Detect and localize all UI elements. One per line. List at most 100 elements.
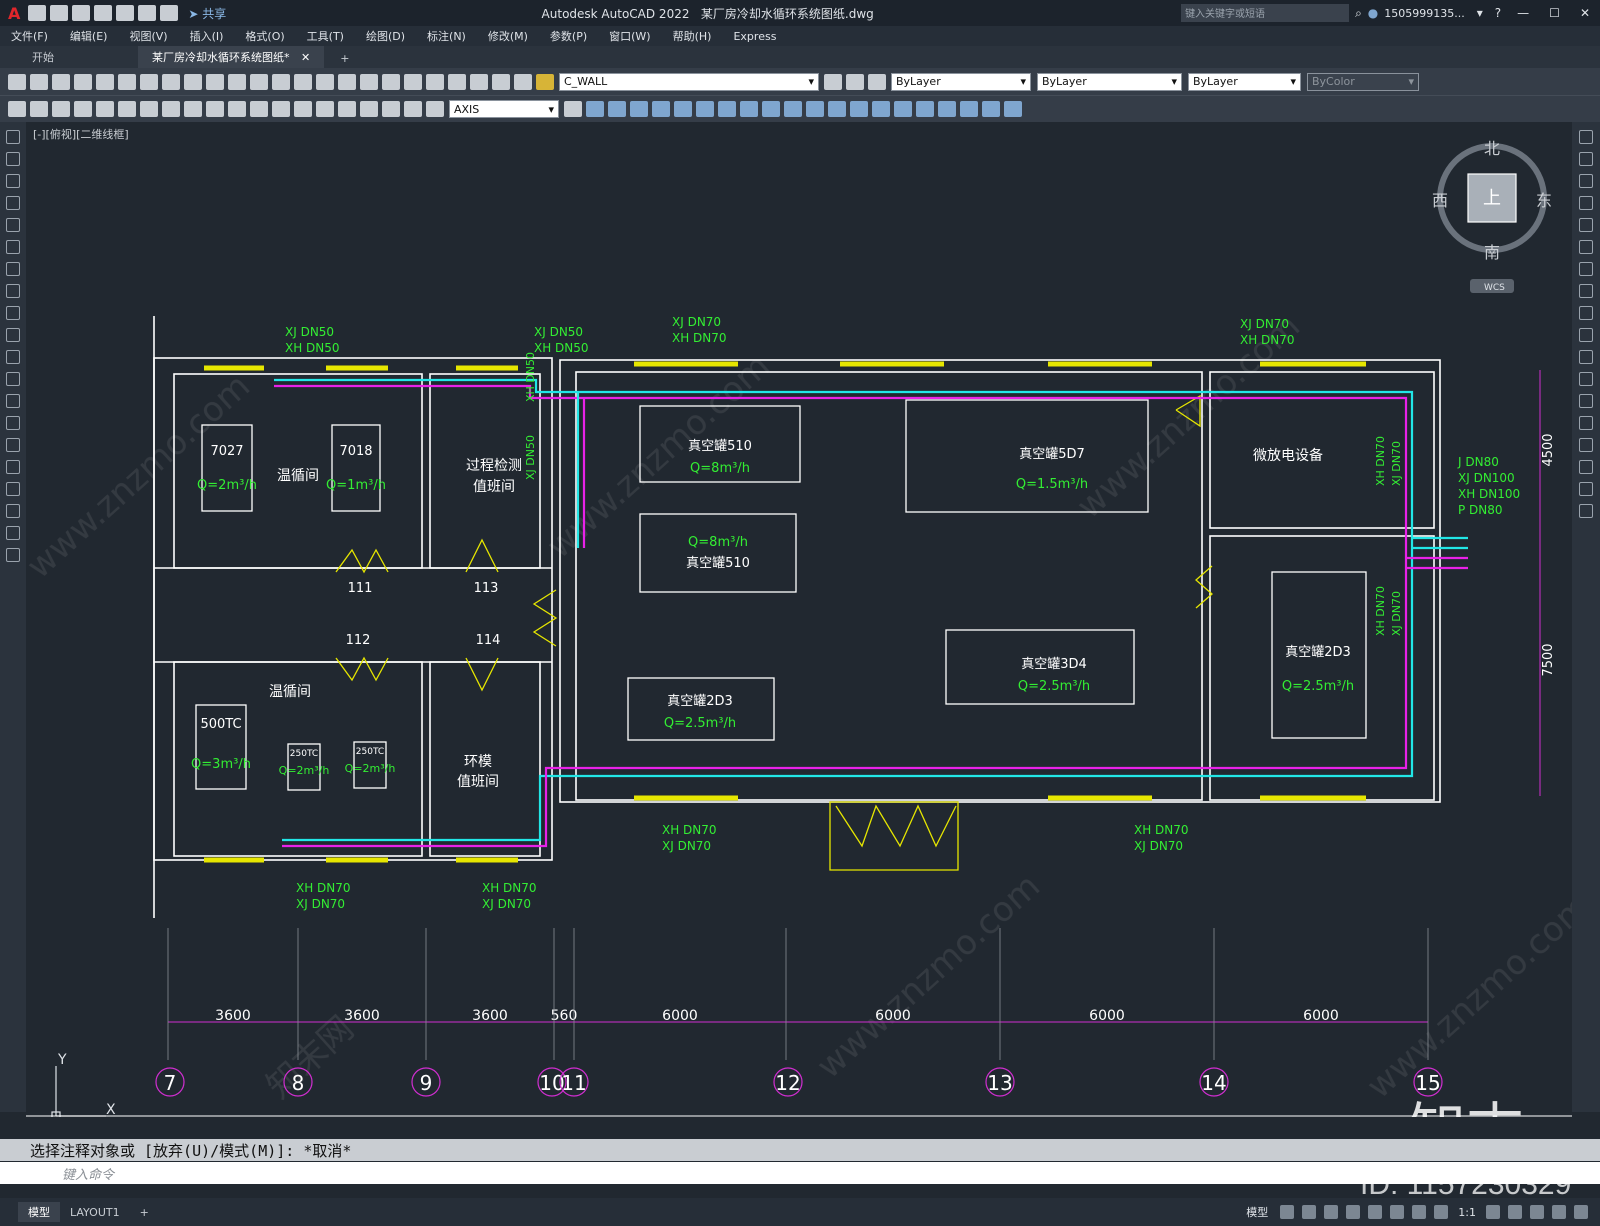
menu-edit[interactable]: 编辑(E) (70, 28, 108, 44)
menu-format[interactable]: 格式(O) (245, 28, 284, 44)
modify-tool-7-icon[interactable] (718, 101, 736, 117)
menu-draw[interactable]: 绘图(D) (366, 28, 405, 44)
aligned-dim-icon[interactable] (30, 101, 48, 117)
chamfer-icon[interactable] (1579, 438, 1593, 452)
tab-start[interactable]: 开始 (18, 46, 136, 68)
tool-palettes-icon[interactable] (404, 73, 422, 90)
osnap-icon[interactable] (1368, 1205, 1383, 1219)
tab-model[interactable]: 模型 (18, 1202, 60, 1222)
save-as-icon[interactable] (94, 5, 113, 21)
user-icon[interactable]: ● (1368, 6, 1378, 20)
jogged-linear-icon[interactable] (360, 101, 378, 117)
inspect-icon[interactable] (338, 101, 356, 117)
arc-icon[interactable] (6, 240, 20, 254)
annotation-scale[interactable]: 1:1 (1458, 1206, 1476, 1219)
new-tab-button[interactable]: + (326, 49, 363, 68)
tab-close-icon[interactable]: ✕ (301, 51, 310, 64)
tab-document[interactable]: 某厂房冷却水循环系统图纸* ✕ (138, 46, 325, 68)
save-tb-icon[interactable] (52, 73, 70, 90)
modify-tool-2-icon[interactable] (608, 101, 626, 117)
layer-dropdown[interactable]: C_WALL ▾ (559, 72, 819, 91)
dim-update-icon[interactable] (426, 101, 444, 117)
open-icon[interactable] (30, 73, 48, 90)
array-icon[interactable] (1579, 218, 1593, 232)
viewcube-south[interactable]: 南 (1484, 243, 1500, 262)
region-icon[interactable] (6, 482, 20, 496)
search-icon[interactable]: ⌕ (1355, 6, 1362, 21)
zoom-previous-icon[interactable] (338, 73, 356, 90)
viewcube-east[interactable]: 东 (1536, 191, 1552, 210)
copy-object-icon[interactable] (1579, 152, 1593, 166)
tolerance-icon[interactable] (294, 101, 312, 117)
arc-dim-icon[interactable] (52, 101, 70, 117)
otrack-icon[interactable] (1390, 1205, 1405, 1219)
modify-tool-17-icon[interactable] (938, 101, 956, 117)
publish-icon[interactable] (118, 73, 136, 90)
stretch-icon[interactable] (1579, 306, 1593, 320)
modify-tool-4-icon[interactable] (652, 101, 670, 117)
modify-tool-12-icon[interactable] (828, 101, 846, 117)
rotate-icon[interactable] (1579, 262, 1593, 276)
app-menu-button[interactable]: A (8, 4, 20, 23)
break-point-icon[interactable] (1579, 372, 1593, 386)
help-icon[interactable]: ? (1495, 6, 1501, 20)
search-box[interactable]: 键入关键字或短语 (1181, 4, 1350, 22)
modify-tool-8-icon[interactable] (740, 101, 758, 117)
viewcube-top-face[interactable]: 上 (1483, 188, 1501, 209)
modify-tool-20-icon[interactable] (1004, 101, 1022, 117)
dimstyle-dropdown[interactable]: AXIS ▾ (449, 100, 559, 118)
modify-tool-18-icon[interactable] (960, 101, 978, 117)
tab-layout1[interactable]: LAYOUT1 (60, 1204, 130, 1221)
fillet-icon[interactable] (1579, 460, 1593, 474)
insert-block-icon[interactable] (6, 372, 20, 386)
modify-tool-11-icon[interactable] (806, 101, 824, 117)
polyline-icon[interactable] (6, 174, 20, 188)
construction-line-icon[interactable] (6, 152, 20, 166)
hatch-icon[interactable] (6, 438, 20, 452)
jogged-dim-icon[interactable] (118, 101, 136, 117)
table-icon[interactable] (6, 504, 20, 518)
scale-icon[interactable] (1579, 284, 1593, 298)
layer-previous-icon[interactable] (846, 73, 864, 90)
model-space-button[interactable]: 模型 (1246, 1204, 1268, 1220)
quick-dim-icon[interactable] (184, 101, 202, 117)
workspace-gear-icon[interactable] (1486, 1205, 1500, 1219)
fullscreen-icon[interactable] (1552, 1205, 1566, 1219)
add-selected-icon[interactable] (6, 548, 20, 562)
undo-icon[interactable] (138, 5, 157, 21)
ordinate-dim-icon[interactable] (74, 101, 92, 117)
circle-icon[interactable] (6, 262, 20, 276)
share-button[interactable]: ➤ 共享 (188, 5, 226, 22)
calculator-icon[interactable] (470, 73, 488, 90)
paste-icon[interactable] (184, 73, 202, 90)
menu-tools[interactable]: 工具(T) (307, 28, 344, 44)
diameter-dim-icon[interactable] (140, 101, 158, 117)
annotation-icon[interactable] (1434, 1205, 1449, 1219)
save-icon[interactable] (72, 5, 91, 21)
revcloud-icon[interactable] (6, 284, 20, 298)
dim-break-icon[interactable] (272, 101, 290, 117)
match-icon[interactable] (206, 73, 224, 90)
plot-icon[interactable] (116, 5, 135, 21)
lineweight-icon[interactable] (1412, 1205, 1427, 1219)
move-icon[interactable] (1579, 240, 1593, 254)
dim-edit-icon[interactable] (382, 101, 400, 117)
wcs-button[interactable]: WCS (1484, 283, 1505, 293)
viewport-label[interactable]: [-][俯视][二维线框] (33, 127, 129, 141)
layer-iso-icon[interactable] (868, 73, 886, 90)
trim-icon[interactable] (1579, 328, 1593, 342)
menu-express[interactable]: Express (733, 30, 776, 43)
annotation-monitor-icon[interactable] (1508, 1205, 1522, 1219)
markup-icon[interactable] (448, 73, 466, 90)
modify-tool-6-icon[interactable] (696, 101, 714, 117)
continue-dim-icon[interactable] (228, 101, 246, 117)
grid-icon[interactable] (1280, 1205, 1295, 1219)
menu-parametric[interactable]: 参数(P) (550, 28, 587, 44)
minimize-button[interactable]: — (1517, 6, 1529, 20)
center-mark-icon[interactable] (316, 101, 334, 117)
modify-tool-5-icon[interactable] (674, 101, 692, 117)
extend-icon[interactable] (1579, 350, 1593, 364)
cut-icon[interactable] (140, 73, 158, 90)
ellipse-arc-icon[interactable] (6, 350, 20, 364)
isolate-icon[interactable] (1530, 1205, 1544, 1219)
